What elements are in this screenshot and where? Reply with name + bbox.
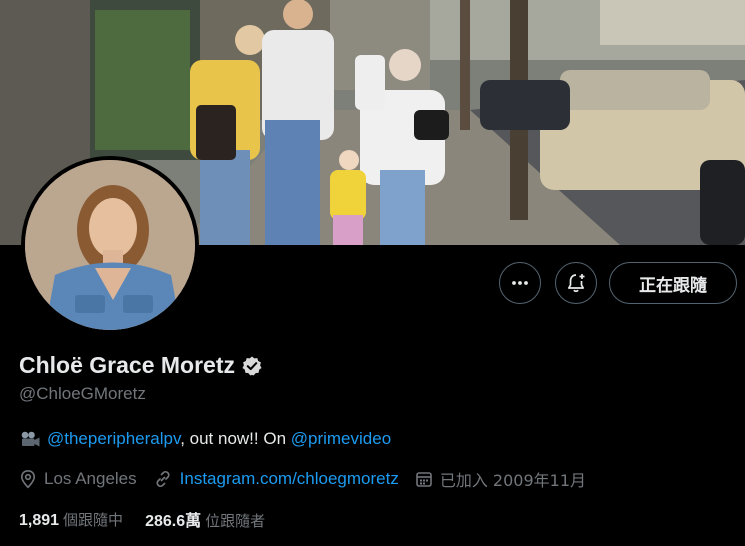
followers-label: 位跟隨者 xyxy=(205,512,266,530)
joined-text: 已加入 2009年11月 xyxy=(439,471,587,490)
bio-text: , out now!! On xyxy=(180,429,291,448)
avatar-photo xyxy=(25,160,195,330)
following-count: 1,891 xyxy=(19,511,60,529)
display-name: Chloë Grace Moretz xyxy=(19,352,235,378)
following-label: 個跟隨中 xyxy=(63,510,124,529)
profile-avatar[interactable] xyxy=(21,156,199,334)
more-button[interactable] xyxy=(499,262,541,304)
website-item[interactable]: Instagram.com/chloegmoretz xyxy=(153,469,399,489)
follow-stats: 1,891 個跟隨中 286.6萬 位跟隨者 xyxy=(19,507,265,531)
profile-name-row: Chloë Grace Moretz xyxy=(19,352,263,379)
profile-meta: Los Angeles Instagram.com/chloegmoretz 已… xyxy=(19,467,602,491)
calendar-icon xyxy=(416,472,432,487)
bio-mention-primevideo[interactable]: @primevideo xyxy=(291,429,391,448)
verified-badge-icon[interactable] xyxy=(241,355,263,377)
following-stat[interactable]: 1,891 個跟隨中 xyxy=(19,509,123,530)
joined-item: 已加入 2009年11月 xyxy=(415,467,586,491)
more-icon xyxy=(512,281,528,285)
link-icon xyxy=(156,470,170,488)
website-link[interactable]: Instagram.com/chloegmoretz xyxy=(180,469,399,489)
movie-camera-icon xyxy=(21,431,40,447)
location-pin-icon xyxy=(20,469,36,489)
followers-stat[interactable]: 286.6萬 位跟隨者 xyxy=(145,507,265,531)
profile-bio: @theperipheralpv, out now!! On @primevid… xyxy=(19,429,391,449)
bell-plus-icon xyxy=(567,274,585,293)
followers-count: 286.6萬 xyxy=(145,513,202,530)
location-text: Los Angeles xyxy=(44,469,137,488)
bio-mention-theperipheralpv[interactable]: @theperipheralpv xyxy=(47,429,180,448)
profile-handle: @ChloeGMoretz xyxy=(19,384,146,403)
notifications-button[interactable] xyxy=(555,262,597,304)
location-item: Los Angeles xyxy=(19,469,137,489)
following-button[interactable]: 正在跟隨 xyxy=(609,262,737,304)
